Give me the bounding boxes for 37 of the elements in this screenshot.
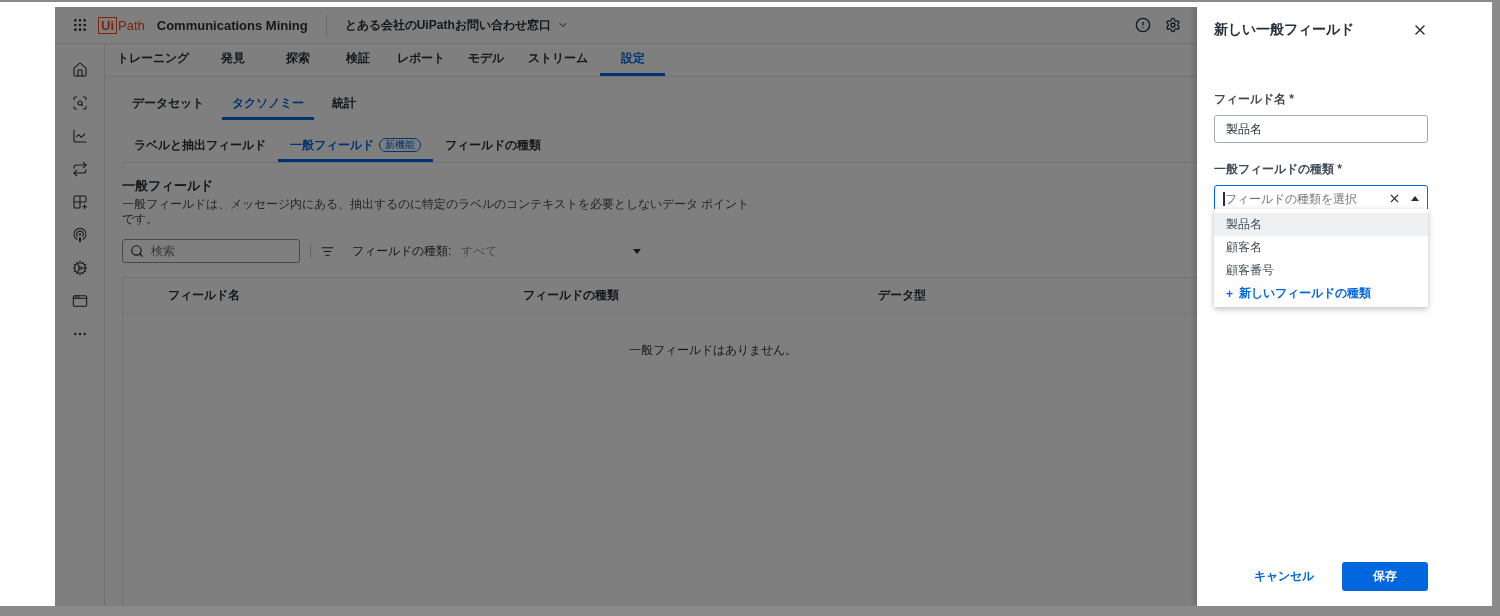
product-name: Communications Mining	[156, 17, 308, 33]
dropdown-option[interactable]: 顧客名	[1214, 236, 1428, 259]
plus-icon: +	[1226, 286, 1233, 301]
field-tab[interactable]: ラベルと抽出フィールド	[122, 131, 278, 162]
section-description: 一般フィールドは、メッセージ内にある、抽出するのに特定のラベルのコンテキストを必要としないデータ ポイントです。	[122, 197, 750, 227]
filter-label: フィールドの種類:	[352, 242, 452, 260]
dropdown-option[interactable]: 製品名	[1214, 213, 1428, 236]
empty-message: 一般フィールドはありません。	[628, 343, 797, 357]
nav-tab[interactable]: 発見	[200, 44, 265, 76]
panel-title: 新しい一般フィールド	[1214, 21, 1354, 39]
nav-tab[interactable]: ストリーム	[515, 44, 600, 76]
nav-tab[interactable]: 設定	[600, 44, 665, 76]
sub-tab[interactable]: 統計	[322, 89, 366, 120]
field-tab[interactable]: フィールドの種類	[433, 131, 553, 162]
column-header: フィールド名	[168, 287, 240, 304]
column-header: データ型	[878, 287, 926, 304]
cancel-button[interactable]: キャンセル	[1248, 567, 1320, 586]
save-button[interactable]: 保存	[1342, 562, 1428, 591]
nav-tab[interactable]: トレーニング	[105, 44, 200, 76]
dropdown-option[interactable]: 顧客番号	[1214, 259, 1428, 282]
nav-tab[interactable]: 探索	[265, 44, 330, 76]
field-tab[interactable]: 一般フィールド 新機能	[278, 131, 433, 162]
nav-tab[interactable]: 検証	[330, 44, 386, 76]
sub-tab[interactable]: タクソノミー	[222, 89, 314, 120]
add-option[interactable]: + 新しいフィールドの種類	[1214, 282, 1428, 305]
sub-tab[interactable]: データセット	[122, 89, 214, 120]
name-input[interactable]: 製品名	[1214, 115, 1428, 143]
column-header: フィールドの種類	[523, 287, 619, 304]
nav-tab[interactable]: レポート	[386, 44, 456, 76]
nav-tab[interactable]: モデル	[456, 44, 515, 76]
search-field[interactable]: 検索	[122, 239, 300, 263]
workspace-selector[interactable]: とある会社のUiPathお問い合わせ窓口	[344, 16, 569, 34]
logo-text: Path	[118, 17, 145, 33]
field-label: 一般フィールドの種類 *	[1214, 161, 1343, 178]
section-title: 一般フィールド	[122, 177, 214, 195]
logo-mark: Ui	[98, 16, 117, 34]
field-label: フィールド名 *	[1214, 91, 1295, 108]
